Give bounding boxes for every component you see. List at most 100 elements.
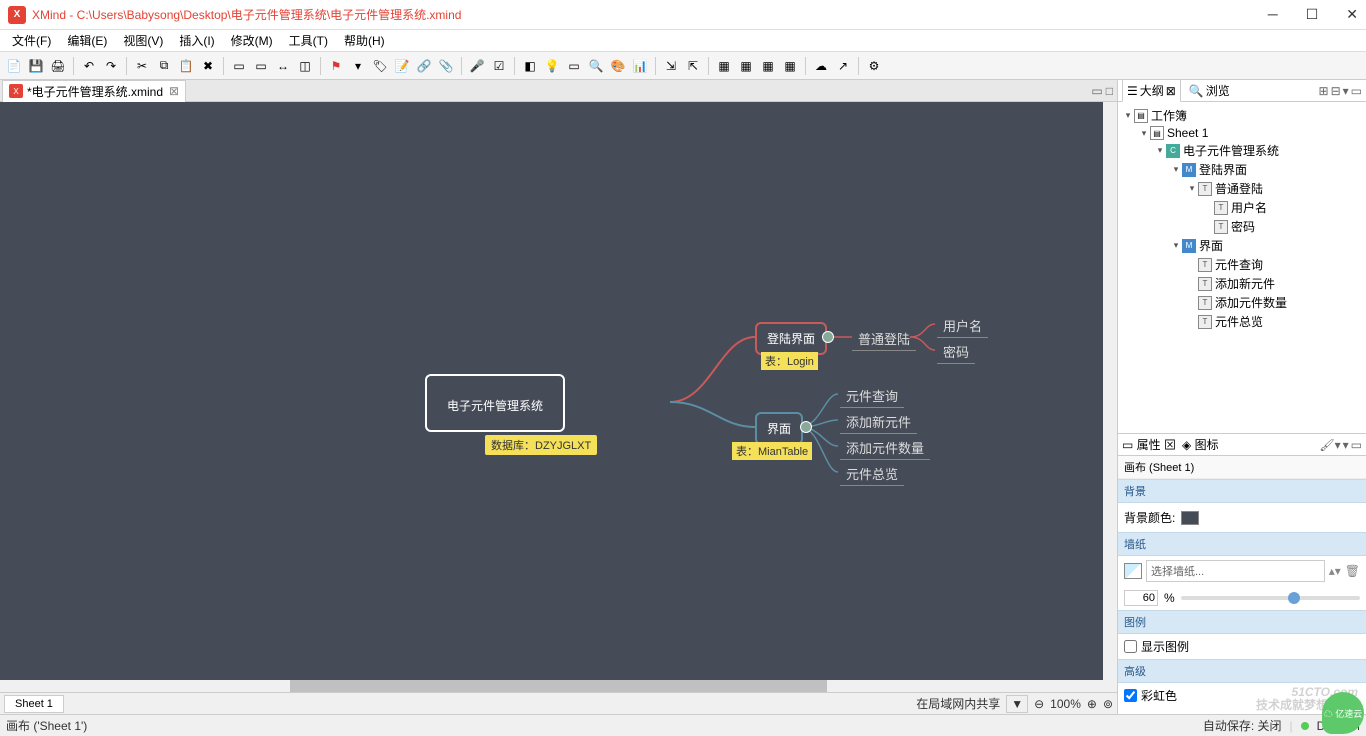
node-ui-note[interactable]: 表：MianTable — [732, 442, 812, 460]
share-icon[interactable]: ↗ — [833, 56, 853, 76]
pane-menu-icon[interactable]: ▾ — [1343, 438, 1349, 452]
delete-icon[interactable]: ✖ — [198, 56, 218, 76]
opacity-input[interactable] — [1124, 590, 1158, 606]
maximize-button[interactable]: ☐ — [1306, 6, 1319, 23]
label-icon[interactable]: 🏷 — [370, 56, 390, 76]
tab-outline[interactable]: ☰ 大纲 ⊠ — [1122, 79, 1181, 102]
filter-icon[interactable]: ▼ — [1006, 695, 1028, 713]
tab-properties[interactable]: ▭ 属性 ⊠ — [1122, 436, 1176, 453]
show-legend-checkbox[interactable]: 显示图例 — [1118, 634, 1366, 659]
save-icon[interactable]: 💾 — [26, 56, 46, 76]
menu-edit[interactable]: 编辑(E) — [59, 30, 115, 51]
menu-modify[interactable]: 修改(M) — [223, 30, 281, 51]
boundary-icon[interactable]: ◫ — [295, 56, 315, 76]
cloud-upload-icon[interactable]: ☁ — [811, 56, 831, 76]
grid3-icon[interactable]: ▦ — [758, 56, 778, 76]
root-node[interactable]: 电子元件管理系统 — [425, 374, 565, 432]
presentation-icon[interactable]: ▭ — [564, 56, 584, 76]
marker-star-icon[interactable]: ▾ — [348, 56, 368, 76]
node-ui[interactable]: 界面 — [755, 412, 803, 445]
node-normal-login[interactable]: 普通登陆 — [852, 327, 916, 351]
expand-all-icon[interactable]: ⊞ — [1319, 84, 1329, 98]
opacity-slider[interactable] — [1181, 596, 1360, 600]
zoom-out-icon[interactable]: ⊖ — [1034, 697, 1044, 711]
tab-icons[interactable]: ◈ 图标 — [1182, 436, 1219, 453]
menu-view[interactable]: 视图(V) — [115, 30, 171, 51]
gantt-icon[interactable]: 📊 — [630, 56, 650, 76]
grid4-icon[interactable]: ▦ — [780, 56, 800, 76]
mindmap-canvas[interactable]: 电子元件管理系统 数据库：DZYJGLXT 登陆界面 表：Login 普通登陆 … — [0, 102, 1117, 680]
editor-tab[interactable]: X *电子元件管理系统.xmind ⊠ — [2, 80, 186, 102]
stepper-icon[interactable]: ▴▾ — [1329, 564, 1341, 578]
section-background[interactable]: 背景 — [1118, 479, 1366, 503]
menu-file[interactable]: 文件(F) — [4, 30, 59, 51]
copy-icon[interactable]: ⧉ — [154, 56, 174, 76]
undo-icon[interactable]: ↶ — [79, 56, 99, 76]
horizontal-scrollbar[interactable] — [0, 680, 1117, 692]
new-icon[interactable]: 📄 — [4, 56, 24, 76]
idea-icon[interactable]: 💡 — [542, 56, 562, 76]
collapse-toggle-icon[interactable] — [822, 331, 834, 343]
subtopic-icon[interactable]: ▭ — [251, 56, 271, 76]
section-wallpaper[interactable]: 墙纸 — [1118, 532, 1366, 556]
outline-tree[interactable]: ▾▤工作簿 ▾▤Sheet 1 ▾C电子元件管理系统 ▾M登陆界面 ▾T普通登陆… — [1118, 102, 1366, 434]
task-icon[interactable]: ☑ — [489, 56, 509, 76]
redo-icon[interactable]: ↷ — [101, 56, 121, 76]
brush-icon[interactable]: 🖌▾ — [1319, 438, 1340, 452]
print-icon[interactable]: 🖨 — [48, 56, 68, 76]
autosave-status[interactable]: 自动保存: 关闭 — [1203, 717, 1282, 734]
pane-min-icon[interactable]: ▭ — [1351, 84, 1362, 98]
style-icon[interactable]: 🎨 — [608, 56, 628, 76]
theme-icon[interactable]: ◧ — [520, 56, 540, 76]
grid2-icon[interactable]: ▦ — [736, 56, 756, 76]
collapse-toggle-icon[interactable] — [800, 421, 812, 433]
cut-icon[interactable]: ✂ — [132, 56, 152, 76]
note-icon[interactable]: 📝 — [392, 56, 412, 76]
bg-color-swatch[interactable] — [1181, 511, 1199, 525]
paste-icon[interactable]: 📋 — [176, 56, 196, 76]
pane-min2-icon[interactable]: ▭ — [1351, 438, 1362, 452]
import-icon[interactable]: ⇱ — [683, 56, 703, 76]
vertical-scrollbar[interactable] — [1103, 102, 1117, 680]
zoom-in-icon[interactable]: ⊕ — [1087, 697, 1097, 711]
menu-insert[interactable]: 插入(I) — [171, 30, 222, 51]
node-overview[interactable]: 元件总览 — [840, 462, 904, 486]
topic-icon[interactable]: ▭ — [229, 56, 249, 76]
section-advanced[interactable]: 高级 — [1118, 659, 1366, 683]
grid1-icon[interactable]: ▦ — [714, 56, 734, 76]
delete-wallpaper-icon[interactable]: 🗑 — [1345, 564, 1360, 578]
node-password[interactable]: 密码 — [937, 340, 975, 364]
minimize-button[interactable]: ─ — [1268, 6, 1278, 23]
node-login-ui[interactable]: 登陆界面 — [755, 322, 827, 355]
minimize-pane-icon[interactable]: ▭ — [1091, 84, 1102, 98]
node-add-qty[interactable]: 添加元件数量 — [840, 436, 930, 460]
tab-browse[interactable]: 🔍 浏览 — [1185, 80, 1234, 101]
zoom-value[interactable]: 100% — [1050, 697, 1081, 711]
lan-share-label[interactable]: 在局域网内共享 — [916, 695, 1000, 712]
export-icon[interactable]: ⇲ — [661, 56, 681, 76]
toolbar: 📄 💾 🖨 ↶ ↷ ✂ ⧉ 📋 ✖ ▭ ▭ ↔ ◫ ⚑ ▾ 🏷 📝 🔗 📎 🎤 … — [0, 52, 1366, 80]
node-username[interactable]: 用户名 — [937, 314, 988, 338]
sheet-tab[interactable]: Sheet 1 — [4, 695, 64, 713]
settings-gear-icon[interactable]: ⚙ — [864, 56, 884, 76]
maximize-pane-icon[interactable]: □ — [1106, 84, 1113, 98]
node-query[interactable]: 元件查询 — [840, 384, 904, 408]
menu-help[interactable]: 帮助(H) — [336, 30, 393, 51]
menu-chevron-icon[interactable]: ▾ — [1343, 84, 1349, 98]
section-legend[interactable]: 图例 — [1118, 610, 1366, 634]
marker-flag-icon[interactable]: ⚑ — [326, 56, 346, 76]
root-note[interactable]: 数据库：DZYJGLXT — [485, 435, 597, 455]
link-icon[interactable]: 🔗 — [414, 56, 434, 76]
menu-tools[interactable]: 工具(T) — [281, 30, 336, 51]
drill-icon[interactable]: 🔍 — [586, 56, 606, 76]
close-button[interactable]: ✕ — [1346, 6, 1358, 23]
attach-icon[interactable]: 📎 — [436, 56, 456, 76]
node-add-new[interactable]: 添加新元件 — [840, 410, 917, 434]
node-login-note[interactable]: 表：Login — [761, 352, 818, 370]
collapse-all-icon[interactable]: ⊟ — [1331, 84, 1341, 98]
record-icon[interactable]: 🎤 — [467, 56, 487, 76]
zoom-fit-icon[interactable]: ⊚ — [1103, 697, 1113, 711]
relation-icon[interactable]: ↔ — [273, 56, 293, 76]
wallpaper-select[interactable]: 选择墙纸... — [1146, 560, 1325, 582]
tab-close-icon[interactable]: ⊠ — [169, 84, 179, 98]
